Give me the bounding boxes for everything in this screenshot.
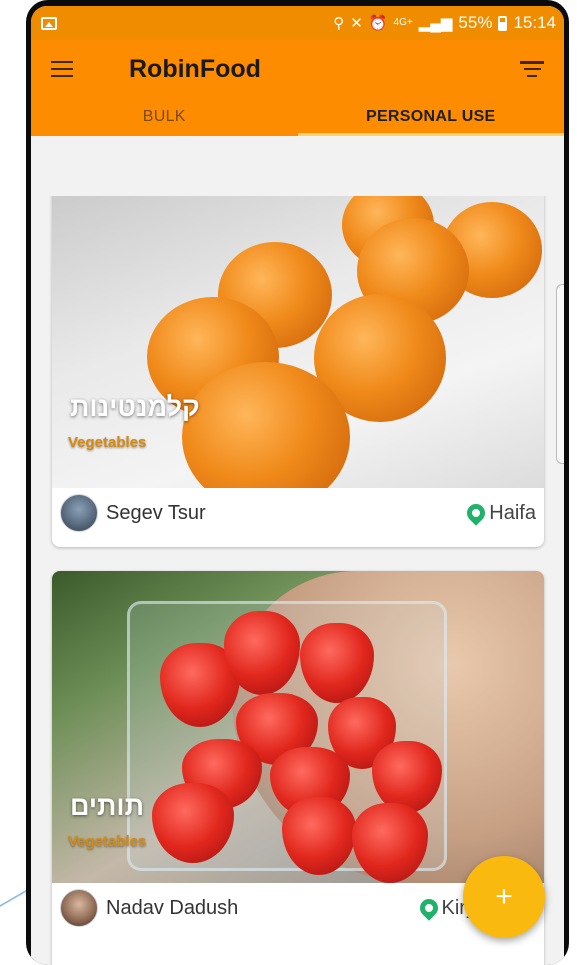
card-footer: Segev Tsur Haifa xyxy=(52,488,544,538)
item-title: תותים xyxy=(70,791,144,821)
item-category: Vegetables xyxy=(68,833,147,850)
scroll-indicator xyxy=(556,284,564,464)
phone-frame: ⚲ ✕ ⏰ 4G+ ▂▄▆ 55% 15:14 RobinFood BULK P… xyxy=(26,0,569,965)
location-pin-icon xyxy=(415,895,442,921)
alarm-icon: ⏰ xyxy=(368,14,388,32)
clock: 15:14 xyxy=(513,13,556,32)
avatar[interactable] xyxy=(60,494,98,532)
tab-bar: BULK PERSONAL USE xyxy=(31,98,564,136)
add-item-button[interactable]: + xyxy=(463,856,545,938)
network-type: 4G+ xyxy=(393,17,413,28)
filter-icon[interactable] xyxy=(520,61,544,77)
username: Nadav Dadush xyxy=(106,896,239,919)
app-title: RobinFood xyxy=(129,54,261,83)
battery-percent: 55% xyxy=(458,13,493,32)
app-bar: RobinFood BULK PERSONAL USE xyxy=(31,40,564,136)
item-title: קלמנטינות xyxy=(70,392,200,422)
app-screen: ⚲ ✕ ⏰ 4G+ ▂▄▆ 55% 15:14 RobinFood BULK P… xyxy=(31,6,564,965)
item-card[interactable]: קלמנטינות Vegetables Segev Tsur Haifa xyxy=(52,196,544,547)
location: Haifa xyxy=(463,500,536,526)
battery-icon xyxy=(498,15,508,31)
tab-bulk[interactable]: BULK xyxy=(31,98,298,136)
location-name: Haifa xyxy=(489,501,536,524)
username: Segev Tsur xyxy=(106,501,206,524)
signal-icon: ▂▄▆ xyxy=(418,14,453,32)
item-photo: קלמנטינות Vegetables xyxy=(52,196,544,488)
mute-icon: ✕ xyxy=(350,14,363,32)
status-bar: ⚲ ✕ ⏰ 4G+ ▂▄▆ 55% 15:14 xyxy=(31,6,564,40)
hamburger-icon[interactable] xyxy=(51,61,73,77)
item-category: Vegetables xyxy=(68,434,147,451)
avatar[interactable] xyxy=(60,889,98,927)
tab-personal-use[interactable]: PERSONAL USE xyxy=(297,98,565,136)
item-feed[interactable]: קלמנטינות Vegetables Segev Tsur Haifa תו… xyxy=(31,196,564,965)
location-status-icon: ⚲ xyxy=(333,14,345,32)
location-pin-icon xyxy=(463,500,490,526)
item-photo: תותים Vegetables xyxy=(52,571,544,883)
toolbar: RobinFood xyxy=(31,40,564,98)
image-notification-icon xyxy=(41,16,57,30)
